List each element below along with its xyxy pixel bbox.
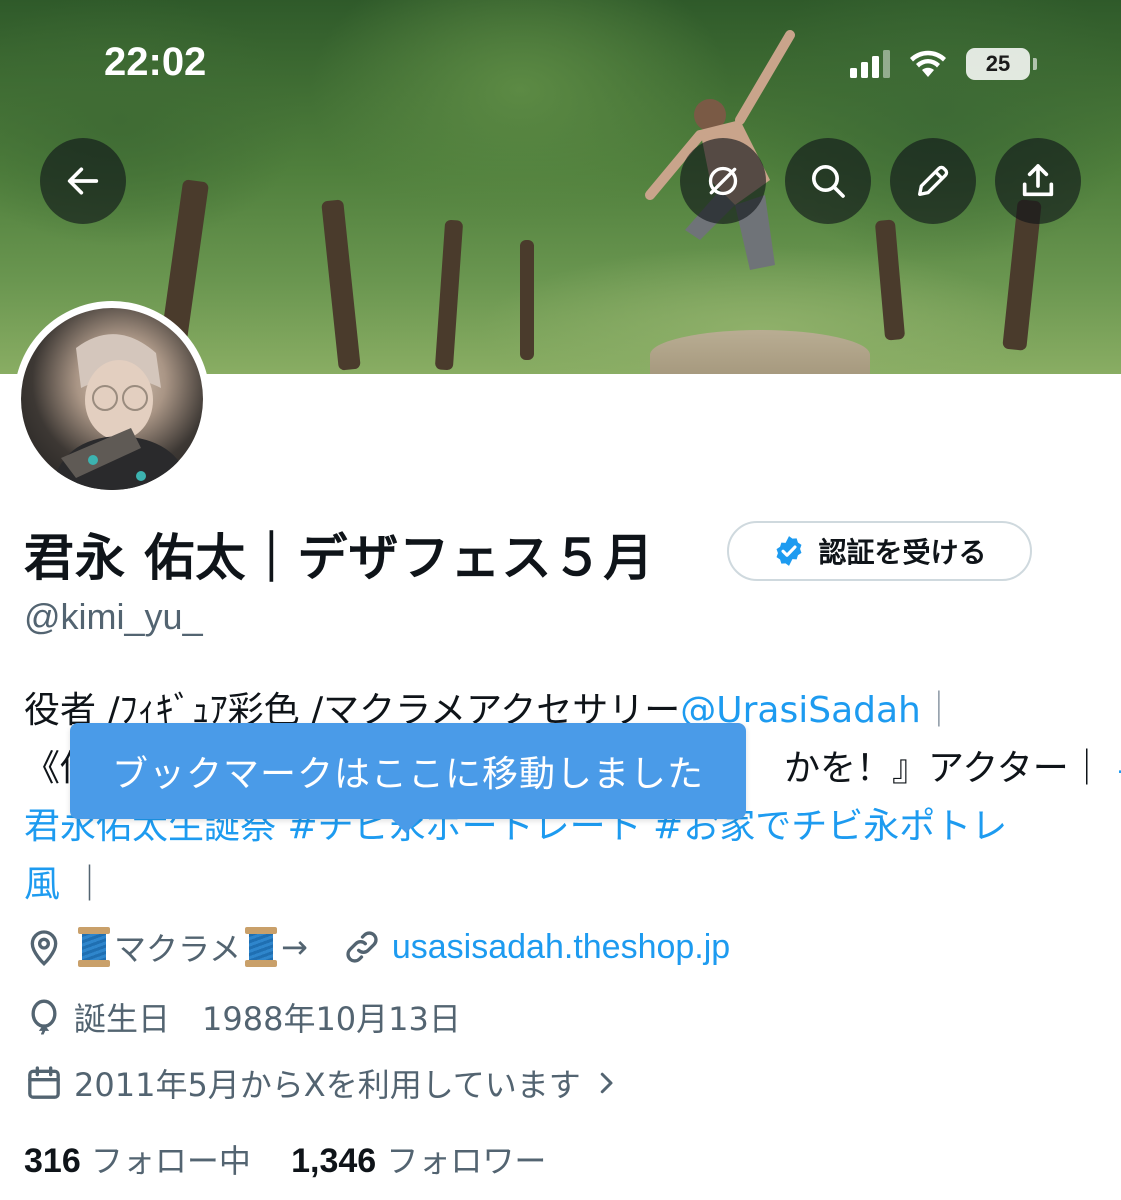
followers-label: フォロワー bbox=[386, 1142, 547, 1180]
signal-icon bbox=[850, 50, 890, 78]
location-website-row: マクラメ → usasisadah.theshop.jp bbox=[24, 924, 730, 970]
following-count: 316 bbox=[24, 1142, 81, 1180]
bio-separator: ｜ bbox=[920, 690, 957, 731]
wifi-icon bbox=[910, 50, 946, 77]
following-link[interactable]: 316 フォロー中 bbox=[24, 1142, 251, 1180]
battery-icon: 25 bbox=[966, 48, 1037, 80]
hashtag-link[interactable]: 風 bbox=[24, 864, 60, 905]
back-button[interactable] bbox=[40, 138, 126, 224]
chevron-right-icon bbox=[600, 1072, 613, 1094]
location-text: マクラメ bbox=[114, 930, 242, 968]
location-arrow: → bbox=[281, 928, 308, 966]
spool-icon bbox=[78, 927, 110, 967]
birthday-text: 誕生日 1988年10月13日 bbox=[74, 1000, 461, 1038]
pencil-icon bbox=[918, 165, 949, 196]
display-name: 君永 佑太｜デザフェス５月 bbox=[24, 529, 655, 587]
calendar-icon bbox=[28, 1066, 60, 1099]
no-translate-icon bbox=[708, 166, 738, 196]
get-verified-button[interactable]: 認証を受ける bbox=[727, 521, 1032, 581]
share-button[interactable] bbox=[995, 138, 1081, 224]
followers-count: 1,346 bbox=[291, 1142, 377, 1180]
status-time: 22:02 bbox=[104, 40, 207, 84]
arrow-left-icon bbox=[67, 167, 99, 195]
location-pin-icon bbox=[30, 930, 58, 966]
followers-link[interactable]: 1,346 フォロワー bbox=[291, 1142, 546, 1180]
following-label: フォロー中 bbox=[90, 1142, 251, 1180]
handle: @kimi_yu_ bbox=[24, 596, 203, 637]
edit-button[interactable] bbox=[890, 138, 976, 224]
bio-text: かを！』アクター｜ bbox=[784, 748, 1105, 789]
balloon-icon bbox=[31, 999, 57, 1035]
verified-badge-icon bbox=[777, 536, 802, 566]
avatar[interactable] bbox=[14, 301, 210, 497]
bookmark-toast[interactable]: ブックマークはここに移動しました bbox=[70, 723, 746, 833]
follow-stats: 316 フォロー中 1,346 フォロワー bbox=[24, 1136, 546, 1182]
get-verified-label: 認証を受ける bbox=[818, 536, 987, 569]
translate-button[interactable] bbox=[680, 138, 766, 224]
joined-text: 2011年5月からXを利用しています bbox=[74, 1066, 581, 1104]
status-icons: 25 bbox=[850, 44, 1037, 84]
search-icon bbox=[812, 165, 845, 198]
bio-separator: ｜ bbox=[71, 864, 108, 905]
joined-row[interactable]: 2011年5月からXを利用しています bbox=[24, 1060, 631, 1106]
hashtag-link[interactable]: # bbox=[1116, 748, 1121, 789]
spool-icon bbox=[245, 927, 278, 967]
website-link[interactable]: usasisadah.theshop.jp bbox=[392, 928, 730, 967]
birthday-row: 誕生日 1988年10月13日 bbox=[24, 994, 461, 1040]
share-icon bbox=[1022, 164, 1054, 197]
link-icon bbox=[346, 931, 378, 963]
search-button[interactable] bbox=[785, 138, 871, 224]
